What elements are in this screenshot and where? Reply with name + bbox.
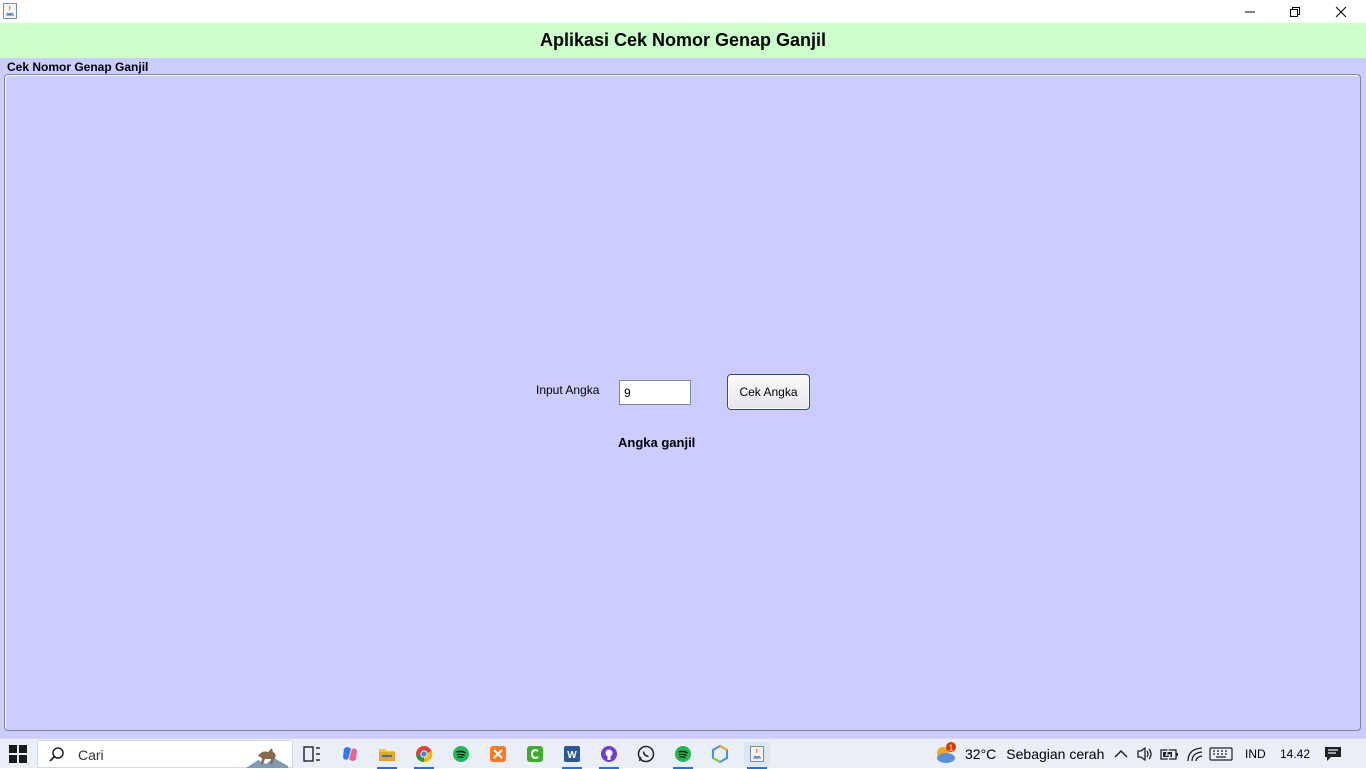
close-button[interactable]: [1318, 0, 1364, 23]
search-highlight-wolf-icon: [246, 748, 288, 768]
xampp-icon: [490, 746, 506, 762]
clock[interactable]: 14.42: [1280, 739, 1310, 769]
chevron-up-icon: [1114, 749, 1128, 758]
search-placeholder: Cari: [78, 747, 104, 763]
clock-time: 14.42: [1280, 747, 1311, 761]
taskbar-github-desktop[interactable]: [596, 742, 622, 769]
taskbar-chrome[interactable]: [411, 742, 437, 769]
restore-button[interactable]: [1272, 0, 1318, 23]
minimize-button[interactable]: [1227, 0, 1273, 23]
notification-icon: [1325, 747, 1341, 761]
spotify-icon: [453, 746, 469, 762]
weather-widget[interactable]: 1 32°C Sebagian cerah: [932, 739, 1104, 769]
main-panel: Cek Nomor Genap Ganjil Input Angka Cek A…: [0, 58, 1366, 738]
language-indicator[interactable]: IND: [1245, 739, 1266, 769]
github-desktop-icon: [601, 746, 617, 762]
input-angka-field[interactable]: [619, 380, 691, 405]
language-label: IND: [1245, 747, 1266, 761]
keyboard-icon: [1209, 747, 1233, 761]
taskbar-search-box[interactable]: Cari: [37, 740, 293, 768]
svg-text:W: W: [567, 750, 577, 761]
copilot-icon: [343, 747, 357, 761]
taskbar-spotify[interactable]: [448, 742, 474, 766]
restore-icon: [1290, 6, 1300, 17]
weather-temperature: 32°C: [965, 746, 997, 762]
start-button[interactable]: [6, 743, 30, 765]
taskbar-java-app[interactable]: [744, 742, 770, 769]
close-icon: [1335, 6, 1347, 17]
task-view-button[interactable]: [299, 742, 325, 766]
app-title: Aplikasi Cek Nomor Genap Ganjil: [539, 30, 827, 50]
result-label: Angka ganjil: [618, 435, 696, 450]
battery-charging-icon: [1160, 747, 1178, 761]
taskbar-unity-hub[interactable]: [707, 742, 733, 766]
chrome-icon: [416, 746, 433, 763]
camtasia-icon: [527, 746, 543, 762]
taskbar: Cari W 1 32°C Sebagian cerah IND 14.42: [0, 738, 1366, 769]
taskbar-whatsapp[interactable]: [633, 742, 659, 766]
battery-button[interactable]: [1160, 739, 1180, 769]
touch-keyboard-button[interactable]: [1209, 739, 1233, 769]
search-icon: [49, 747, 64, 762]
taskbar-copilot[interactable]: [337, 742, 363, 766]
windows-logo-icon: [9, 745, 27, 763]
volume-button[interactable]: [1136, 739, 1154, 769]
java-app-icon: [750, 746, 764, 762]
task-view-icon: [303, 746, 320, 762]
file-explorer-icon: [379, 749, 395, 761]
group-box-title: Cek Nomor Genap Ganjil: [7, 60, 149, 74]
network-button[interactable]: [1186, 739, 1204, 769]
unity-hub-icon: [712, 745, 728, 763]
minimize-icon: [1245, 11, 1255, 12]
java-app-icon: [3, 3, 17, 19]
show-hidden-icons-button[interactable]: [1114, 739, 1128, 769]
taskbar-camtasia[interactable]: [522, 742, 548, 766]
taskbar-file-explorer[interactable]: [374, 742, 400, 769]
taskbar-word[interactable]: W: [559, 742, 585, 769]
word-icon: W: [564, 746, 580, 762]
input-angka-label: Input Angka: [536, 383, 600, 397]
notification-center-button[interactable]: [1324, 739, 1342, 769]
taskbar-spotify-2[interactable]: [670, 742, 696, 769]
weather-description: Sebagian cerah: [1006, 746, 1105, 762]
weather-badge: 1: [949, 744, 954, 753]
taskbar-xampp[interactable]: [485, 742, 511, 766]
speaker-icon: [1137, 746, 1152, 762]
app-header: Aplikasi Cek Nomor Genap Ganjil: [0, 23, 1366, 58]
whatsapp-icon: [637, 745, 655, 763]
cek-angka-button[interactable]: Cek Angka: [727, 374, 810, 410]
spotify-icon: [675, 746, 691, 762]
weather-partly-cloudy-icon: 1: [937, 742, 956, 763]
window-title-bar: [0, 0, 1366, 23]
wifi-icon: [1187, 747, 1203, 762]
